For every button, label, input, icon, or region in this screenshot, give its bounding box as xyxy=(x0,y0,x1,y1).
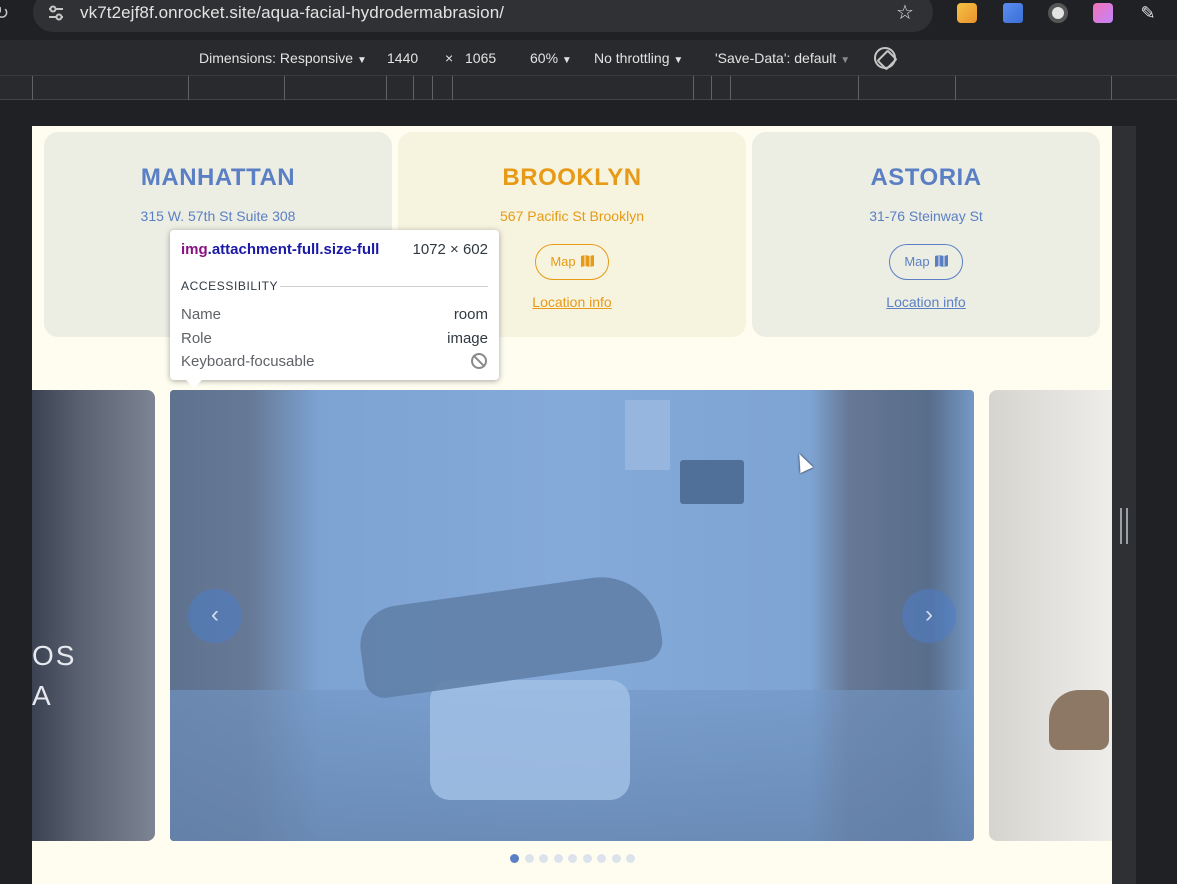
carousel-dot-8[interactable] xyxy=(611,854,621,863)
location-address: 31-76 Steinway St xyxy=(869,208,983,224)
extension-4-icon[interactable] xyxy=(1093,3,1113,23)
slide-text: OS xyxy=(32,640,77,671)
device-toolbar: Dimensions: Responsive ▼ 1440 × 1065 60%… xyxy=(0,40,1177,76)
save-data-dropdown[interactable]: 'Save-Data': default ▼ xyxy=(715,50,850,69)
url-text[interactable]: vk7t2ejf8f.onrocket.site/aqua-facial-hyd… xyxy=(80,3,504,23)
carousel-slide-next[interactable] xyxy=(989,390,1112,841)
rotate-icon[interactable] xyxy=(874,47,896,69)
location-address: 567 Pacific St Brooklyn xyxy=(500,208,644,224)
location-info-link[interactable]: Location info xyxy=(752,293,1100,311)
caret-down-icon: ▼ xyxy=(561,55,572,66)
location-title: BROOKLYN xyxy=(502,164,642,191)
resize-handle-icon[interactable] xyxy=(1120,508,1128,544)
carousel-dot-7[interactable] xyxy=(597,854,606,863)
tooltip-selector: img.attachment-full.size-full xyxy=(181,241,380,258)
tooltip-dimensions: 1072 × 602 xyxy=(412,241,489,258)
tooltip-name-key: Name xyxy=(181,306,222,323)
eyedropper-icon[interactable]: ✎ xyxy=(1138,3,1158,23)
media-query-ruler[interactable] xyxy=(0,76,1177,100)
tooltip-focus-key: Keyboard-focusable xyxy=(181,353,315,370)
carousel-dot-2[interactable] xyxy=(524,854,534,863)
slide-text: A xyxy=(32,680,51,711)
map-button[interactable]: Map xyxy=(889,244,963,280)
map-icon xyxy=(580,255,594,267)
tooltip-name-value: room xyxy=(453,306,488,323)
carousel-dot-6[interactable] xyxy=(582,854,592,863)
extension-3-icon[interactable] xyxy=(1048,3,1068,23)
caret-down-icon: ▼ xyxy=(840,55,851,66)
carousel-slide-active-room-image[interactable] xyxy=(170,390,974,841)
caret-down-icon: ▼ xyxy=(673,55,684,66)
tune-icon[interactable] xyxy=(47,4,65,22)
reload-icon[interactable]: ↻ xyxy=(0,2,14,24)
carousel-next-button[interactable]: › xyxy=(902,589,956,643)
dimensions-dropdown[interactable]: Dimensions: Responsive ▼ xyxy=(199,50,367,69)
location-card-astoria: ASTORIA 31-76 Steinway St Map Location i… xyxy=(752,132,1100,337)
browser-toolbar: ↻ vk7t2ejf8f.onrocket.site/aqua-facial-h… xyxy=(0,0,1177,40)
extension-2-icon[interactable] xyxy=(1003,3,1023,23)
not-focusable-icon xyxy=(471,353,487,369)
location-title: ASTORIA xyxy=(870,164,982,191)
inspect-tooltip: img.attachment-full.size-full 1072 × 602… xyxy=(170,230,499,388)
carousel-dot-4[interactable] xyxy=(553,854,563,863)
tooltip-section-heading: ACCESSIBILITY xyxy=(181,279,279,293)
carousel-dot-3[interactable] xyxy=(539,854,548,863)
tooltip-divider xyxy=(280,286,488,287)
inspect-highlight-overlay xyxy=(170,390,974,841)
zoom-dropdown[interactable]: 60% ▼ xyxy=(530,50,572,69)
carousel-dot-5[interactable] xyxy=(568,854,577,863)
times-icon: × xyxy=(445,50,454,66)
map-icon xyxy=(934,255,948,267)
tooltip-role-key: Role xyxy=(181,330,212,347)
viewport-scrollbar[interactable] xyxy=(1112,126,1136,884)
map-button[interactable]: Map xyxy=(535,244,609,280)
throttling-dropdown[interactable]: No throttling ▼ xyxy=(594,50,683,69)
width-input[interactable]: 1440 xyxy=(387,50,418,66)
extension-1-icon[interactable] xyxy=(957,3,977,23)
location-address: 315 W. 57th St Suite 308 xyxy=(140,208,296,224)
height-input[interactable]: 1065 xyxy=(465,50,496,66)
tooltip-role-value: image xyxy=(447,330,488,347)
bookmark-star-icon[interactable]: ☆ xyxy=(894,2,916,24)
location-title: MANHATTAN xyxy=(140,164,296,191)
carousel-dot-9[interactable] xyxy=(626,854,635,863)
carousel-dot-1[interactable] xyxy=(510,854,519,863)
carousel-slide-prev[interactable]: OS A xyxy=(32,390,155,841)
caret-down-icon: ▼ xyxy=(356,55,367,66)
carousel-prev-button[interactable]: ‹ xyxy=(188,589,242,643)
room-chair xyxy=(1049,690,1109,750)
